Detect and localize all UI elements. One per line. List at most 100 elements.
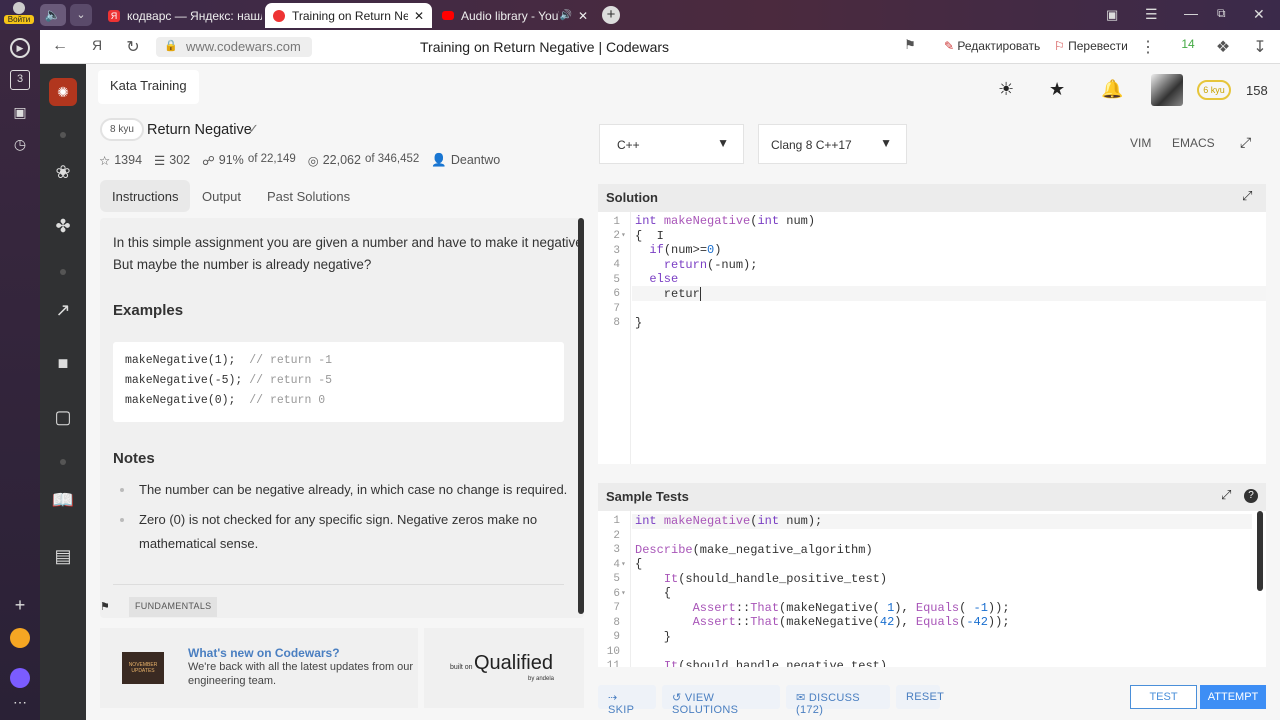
bookmark-star-icon[interactable]: ★ [1049,79,1065,100]
avatar[interactable] [1151,74,1183,106]
author-name[interactable]: Deantwo [451,153,500,168]
reset-button[interactable]: RESET [896,685,944,709]
docs-icon[interactable]: 📖 [51,488,75,512]
attempt-button[interactable]: ATTEMPT [1200,685,1266,709]
built-on-label: built on [450,664,473,671]
vim-button[interactable]: VIM [1130,136,1151,150]
tests-scrollbar[interactable] [1257,511,1263,591]
version-select[interactable]: Clang 8 C++17 ▼ [758,124,907,164]
theme-icon[interactable]: ☀ [998,79,1014,100]
fullscreen-icon[interactable]: ⤢ [1240,134,1251,151]
breadcrumb[interactable]: Kata Training [98,70,199,104]
solution-editor[interactable]: 1 2 3 4 5 6 7 8 ▾ int makeNegative(int n… [598,212,1266,464]
bookmarks-icon[interactable]: ▣ [1106,7,1118,23]
nav-divider [60,459,66,465]
restore-icon[interactable]: ⧉ [1217,6,1226,21]
discuss-button[interactable]: ✉ DISCUSS (172) [786,685,890,716]
completed-count: 22,062 [322,153,361,167]
more-vertical-icon[interactable]: ⋮ [1138,37,1158,57]
tab-audio-toggle[interactable]: 🔈 [40,4,66,26]
instructions-scrollbar[interactable] [578,218,584,614]
close-icon[interactable]: ✕ [572,9,588,23]
profile-label: Войти [4,15,34,24]
code-line: int makeNegative(int num); [635,514,823,528]
fold-marker[interactable]: ▾ [621,588,626,598]
line-number: 3 [613,245,620,257]
browser-tab-youtube[interactable]: Audio library - YouTu 🔊 ✕ [434,3,596,28]
tag-fundamentals[interactable]: FUNDAMENTALS [129,597,218,617]
line-number: 5 [613,274,620,286]
expand-icon[interactable]: ⤢ [1221,487,1231,503]
more-icon[interactable]: ⋯ [10,694,30,714]
browser-tab-codewars[interactable]: Training on Return Nega ✕ [265,3,432,28]
clock-icon[interactable]: ◷ [10,136,30,156]
page-title: Training on Return Negative | Codewars [420,39,670,55]
skip-button[interactable]: ⇢ SKIP [598,685,656,716]
leaderboard-icon[interactable]: ↗ [51,298,75,322]
menu-icon[interactable]: ☰ [1145,6,1158,23]
assistant-icon[interactable] [10,668,30,688]
code-line: Assert::That(makeNegative(42), Equals(-4… [692,615,1010,629]
codewars-logo-icon[interactable]: ✺ [49,78,77,106]
url-field[interactable]: 🔒 www.codewars.com [156,37,312,57]
example-line: makeNegative(0); // return 0 [125,394,326,407]
emacs-button[interactable]: EMACS [1172,136,1215,150]
expand-icon[interactable]: ⤢ [1242,188,1252,204]
language-select[interactable]: C++ ▼ [599,124,744,164]
profile-button[interactable]: Войти [4,2,34,28]
promo-text-2: engineering team. [188,675,277,687]
chevron-down-icon: ⌄ [76,9,86,21]
extension-icon[interactable]: 14 [1178,37,1198,51]
collections-icon[interactable]: ❖ [1213,37,1233,57]
yandex-logo-icon[interactable]: Я [87,37,107,53]
qualified-branding[interactable]: built on Qualified by andela [424,628,584,708]
edit-button[interactable]: ✎ Редактировать [938,37,1046,55]
tabs-dropdown[interactable]: ⌄ [70,4,92,26]
image-icon[interactable]: ▣ [10,104,30,124]
bookmark-icon[interactable]: ⚑ [900,37,920,53]
line-number: 11 [606,660,620,667]
new-tab-button[interactable]: + [602,6,620,24]
close-window-icon[interactable]: ✕ [1253,6,1265,23]
translate-button[interactable]: ⚐ Перевести [1048,37,1134,55]
fold-marker[interactable]: ▾ [621,230,626,240]
browser-tab-yandex[interactable]: Я кодварс — Яндекс: нашл [100,3,262,28]
discord-icon[interactable]: ■ [51,351,75,375]
play-icon[interactable]: ▶ [10,38,30,58]
reload-icon[interactable]: ↻ [123,37,143,57]
promo-card[interactable]: NOVEMBER UPDATES What's new on Codewars?… [100,628,418,708]
intro-line-1: In this simple assignment you are given … [113,235,584,250]
tests-header: Sample Tests ⤢ ? [598,483,1266,511]
translate-label: Перевести [1068,39,1128,53]
tab-output[interactable]: Output [190,180,253,212]
code-line: Describe(make_negative_algorithm) [635,543,873,557]
promo-title[interactable]: What's new on Codewars? [188,646,340,660]
tests-editor[interactable]: 1 2 3 4 5 6 7 8 9 10 11 ▾ ▾ int makeNega… [598,511,1266,667]
chevron-down-icon: ▼ [717,136,729,150]
practice-icon[interactable]: ✤ [51,214,75,238]
notifications-icon[interactable]: 🔔 [1101,79,1123,100]
star-icon[interactable]: ☆ [99,153,110,168]
close-icon[interactable]: ✕ [408,9,424,23]
line-number: 8 [613,617,620,629]
back-icon[interactable]: ← [50,37,70,55]
tab-title: Audio library - YouTu [461,8,559,23]
minimize-icon[interactable]: — [1184,5,1198,21]
url-text: www.codewars.com [186,39,301,54]
help-icon[interactable]: ? [1244,489,1258,503]
tab-instructions[interactable]: Instructions [100,180,191,212]
test-button[interactable]: TEST [1130,685,1197,709]
fold-marker[interactable]: ▾ [621,559,626,569]
training-icon[interactable]: ❀ [51,160,75,184]
discussion-icon[interactable]: ▢ [51,405,75,429]
download-icon[interactable]: ↧ [1250,37,1270,57]
author-icon: 👤 [431,153,447,167]
tab-past-solutions[interactable]: Past Solutions [255,180,362,212]
example-line: makeNegative(1); // return -1 [125,354,333,367]
alice-icon[interactable] [10,628,30,648]
view-solutions-button[interactable]: ↺ VIEW SOLUTIONS [662,685,780,716]
news-icon[interactable]: ▤ [51,544,75,568]
code-line: int makeNegative(int num) [635,214,816,228]
add-icon[interactable]: + [10,595,30,615]
sidebar-badge[interactable]: 3 [10,70,30,90]
